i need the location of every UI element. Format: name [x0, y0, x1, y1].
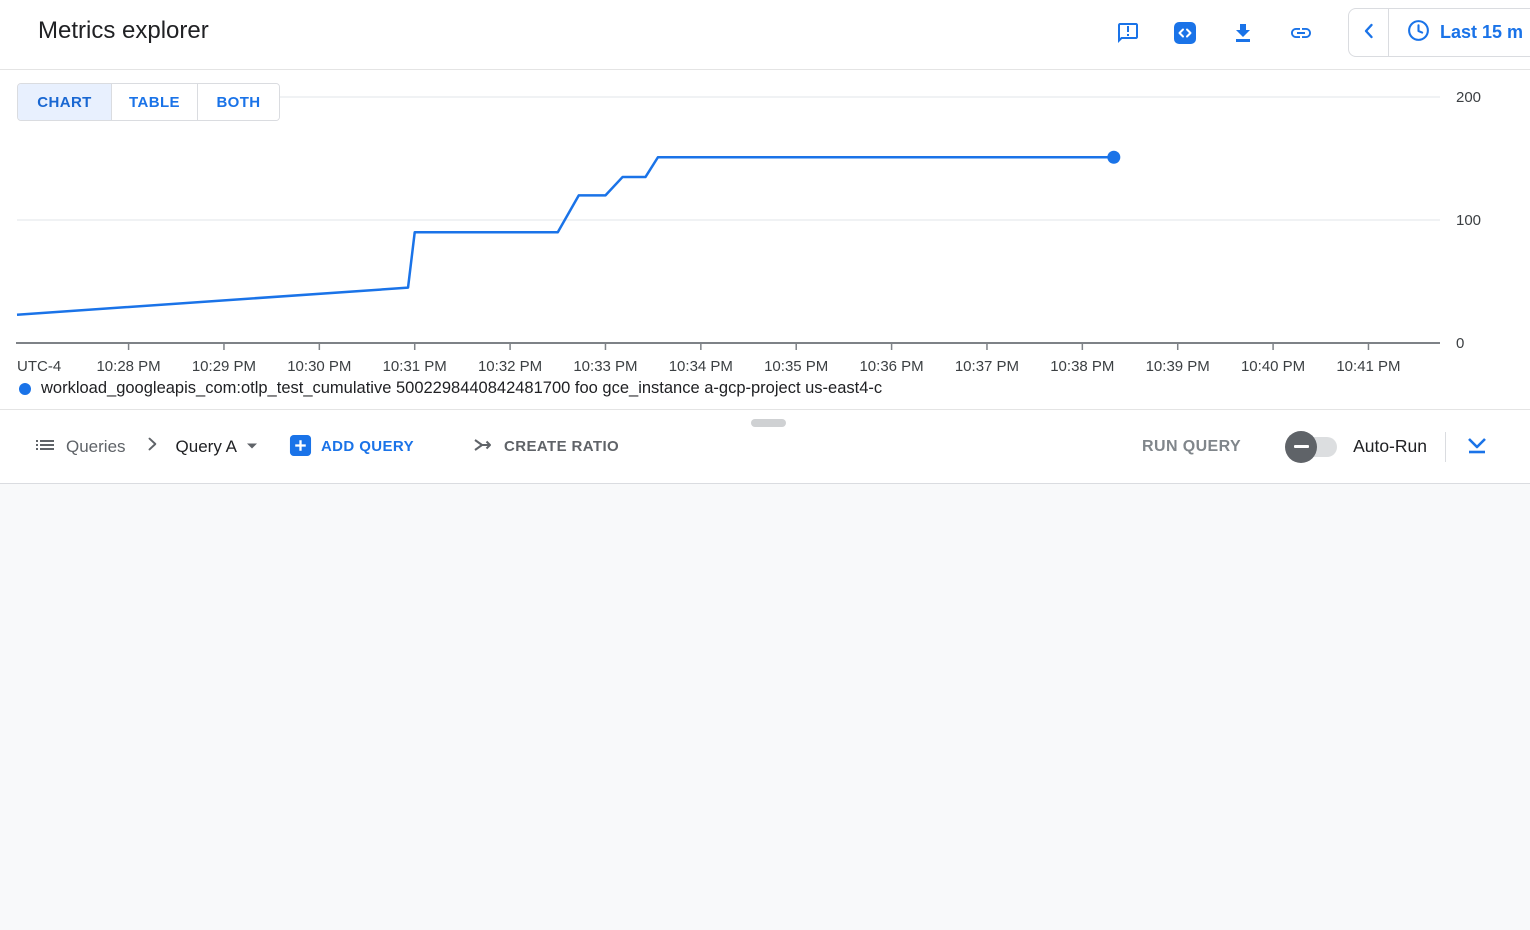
tab-chart[interactable]: CHART — [18, 84, 111, 120]
svg-text:10:37 PM: 10:37 PM — [955, 358, 1019, 375]
query-name: Query A — [176, 437, 237, 457]
run-query-label: RUN QUERY — [1142, 438, 1241, 456]
chevron-left-icon — [1357, 19, 1381, 46]
download-button[interactable] — [1231, 21, 1255, 45]
metrics-explorer-page: Metrics explorer — [0, 0, 1530, 930]
app-header: Metrics explorer — [0, 0, 1530, 70]
view-tabs: CHART TABLE BOTH — [17, 83, 280, 121]
code-mode-button[interactable] — [1173, 21, 1197, 45]
tab-both[interactable]: BOTH — [197, 84, 279, 120]
add-query-label: ADD QUERY — [321, 438, 414, 455]
svg-text:100: 100 — [1456, 212, 1481, 229]
share-link-button[interactable] — [1289, 21, 1313, 45]
svg-text:10:34 PM: 10:34 PM — [669, 358, 733, 375]
merge-arrow-icon — [471, 433, 495, 460]
svg-text:200: 200 — [1456, 89, 1481, 106]
time-range-button[interactable]: Last 15 m — [1389, 18, 1523, 48]
svg-text:10:29 PM: 10:29 PM — [192, 358, 256, 375]
list-icon — [33, 433, 57, 460]
svg-text:10:31 PM: 10:31 PM — [383, 358, 447, 375]
collapse-all-queries-button[interactable] — [1464, 432, 1490, 461]
queries-menu-button[interactable]: Queries — [33, 433, 126, 460]
clock-icon — [1406, 18, 1431, 48]
page-title: Metrics explorer — [38, 17, 209, 45]
create-ratio-button[interactable]: CREATE RATIO — [471, 433, 619, 460]
dropdown-arrow-icon — [245, 439, 259, 454]
toggle-knob-minus-icon — [1285, 431, 1317, 463]
svg-text:10:35 PM: 10:35 PM — [764, 358, 828, 375]
link-icon — [1289, 33, 1313, 48]
query-selector-dropdown[interactable]: Query A — [176, 437, 259, 457]
svg-text:10:40 PM: 10:40 PM — [1241, 358, 1305, 375]
toolbar-divider — [1445, 432, 1446, 462]
add-box-icon — [289, 434, 312, 460]
svg-text:10:39 PM: 10:39 PM — [1146, 358, 1210, 375]
chart-section: 10:28 PM 10:29 PM 10:30 PM 10:31 PM 10:32 PM… — [0, 70, 1530, 410]
time-range-label: Last 15 m — [1440, 22, 1523, 43]
svg-text:10:36 PM: 10:36 PM — [859, 358, 923, 375]
auto-run-label: Auto-Run — [1353, 436, 1427, 457]
tab-table[interactable]: TABLE — [111, 84, 197, 120]
code-icon — [1173, 33, 1197, 48]
add-query-button[interactable]: ADD QUERY — [289, 434, 414, 460]
svg-text:10:32 PM: 10:32 PM — [478, 358, 542, 375]
svg-text:10:38 PM: 10:38 PM — [1050, 358, 1114, 375]
create-ratio-label: CREATE RATIO — [504, 438, 619, 455]
run-query-button[interactable]: RUN QUERY — [1142, 438, 1241, 456]
svg-text:UTC-4: UTC-4 — [17, 358, 61, 375]
download-icon — [1231, 33, 1255, 48]
svg-text:0: 0 — [1456, 335, 1464, 352]
svg-text:10:30 PM: 10:30 PM — [287, 358, 351, 375]
panel-background: A PromQL Query BUILDER CODE EDITOR — [0, 484, 1530, 930]
panel-resize-handle[interactable] — [751, 419, 786, 427]
svg-text:10:33 PM: 10:33 PM — [573, 358, 637, 375]
queries-label: Queries — [66, 437, 126, 457]
svg-text:10:41 PM: 10:41 PM — [1336, 358, 1400, 375]
legend-color-dot — [19, 383, 31, 395]
metric-line-chart[interactable]: 10:28 PM 10:29 PM 10:30 PM 10:31 PM 10:32 PM… — [0, 70, 1530, 410]
time-range-back-button[interactable] — [1349, 9, 1389, 56]
breadcrumb-chevron-icon — [142, 434, 162, 459]
legend-item[interactable]: workload_googleapis_com:otlp_test_cumula… — [19, 379, 882, 398]
feedback-icon — [1116, 33, 1140, 48]
chevron-down-underline-icon — [1464, 432, 1490, 461]
time-range-control: Last 15 m — [1348, 8, 1530, 57]
feedback-button[interactable] — [1116, 21, 1140, 45]
auto-run-toggle[interactable] — [1287, 437, 1337, 457]
svg-text:10:28 PM: 10:28 PM — [96, 358, 160, 375]
legend-series-label: workload_googleapis_com:otlp_test_cumula… — [41, 379, 882, 398]
